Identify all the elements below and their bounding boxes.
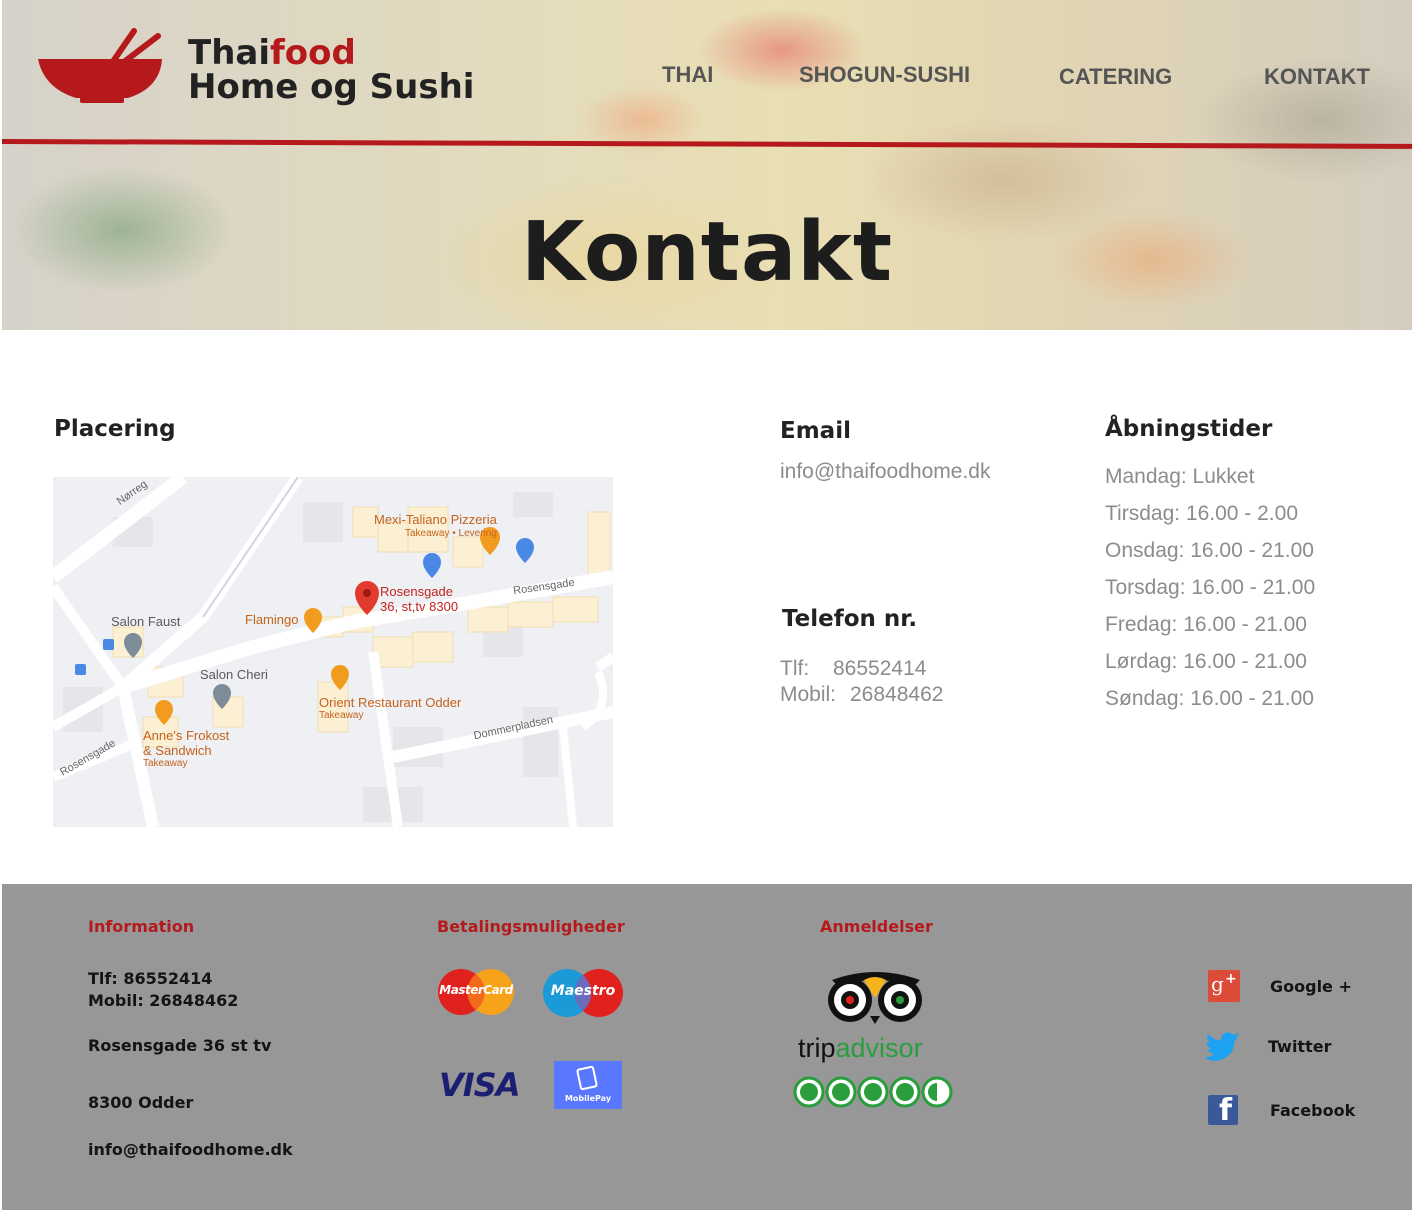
phone-tlf-value[interactable]: 86552414 (833, 657, 926, 681)
footer-reviews-heading: Anmeldelser (820, 917, 933, 936)
tripadvisor-logo[interactable]: tripadvisor (798, 1032, 923, 1064)
social-facebook[interactable]: f Facebook (1208, 1094, 1368, 1126)
phone-mobil-label: Mobil: (780, 683, 837, 706)
footer-tlf[interactable]: Tlf: 86552414 (88, 969, 212, 988)
brand-name-line2: Home og Sushi (188, 67, 475, 107)
bowl-icon (36, 28, 166, 108)
tripadvisor-owl-icon[interactable] (824, 970, 928, 1026)
brand-name: Thaifood Home og Sushi (188, 36, 474, 104)
map-place-sub: Takeaway (319, 710, 364, 721)
nav-thai[interactable]: THAI (662, 62, 713, 88)
social-google-plus[interactable]: g + Google + (1208, 970, 1368, 1002)
mobilepay-icon: MobilePay (554, 1061, 622, 1109)
mobilepay-label: MobilePay (564, 1094, 612, 1103)
twitter-icon (1203, 1028, 1242, 1064)
phone-tlf-label: Tlf: (780, 657, 810, 680)
map-place-sub: Takeaway • Levering (405, 528, 497, 539)
maestro-label: Maestro (550, 983, 616, 999)
phone-heading: Telefon nr. (782, 606, 918, 632)
map-pin-label: 36, st,tv 8300 (380, 599, 459, 614)
page-title: Kontakt (520, 205, 894, 300)
map-place-name[interactable]: Anne's Frokost (143, 728, 229, 743)
brand-logo[interactable]: Thaifood Home og Sushi (36, 28, 474, 108)
visa-logo: VISA (439, 1066, 520, 1104)
email-value[interactable]: info@thaifoodhome.dk (780, 460, 990, 484)
tripadvisor-trip: trip (798, 1033, 836, 1063)
map-place-name[interactable]: Mexi-Taliano Pizzeria (374, 512, 497, 527)
nav-shogun-sushi[interactable]: SHOGUN-SUSHI (799, 62, 970, 88)
facebook-icon: f (1208, 1095, 1238, 1125)
hours-row: Torsdag: 16.00 - 21.00 (1105, 576, 1316, 599)
footer-mobil[interactable]: Mobil: 26848462 (88, 991, 238, 1010)
site-footer: Information Tlf: 86552414 Mobil: 2684846… (2, 884, 1412, 1210)
social-label: Facebook (1270, 1100, 1356, 1120)
social-twitter[interactable]: Twitter (1203, 1028, 1366, 1064)
map-canvas (53, 477, 613, 827)
rating-bubble-fill (896, 1083, 914, 1101)
map-place-name[interactable]: Salon Faust (111, 614, 180, 629)
map-place-name[interactable]: Salon Cheri (200, 667, 268, 682)
phone-mobil-value[interactable]: 26848462 (850, 683, 943, 707)
map-place-name-line2: & Sandwich (143, 743, 212, 758)
mastercard-label: MasterCard (439, 983, 513, 997)
rating-bubble-fill (832, 1083, 850, 1101)
nav-kontakt[interactable]: KONTAKT (1264, 64, 1370, 90)
hours-heading: Åbningstider (1105, 416, 1273, 442)
hero-banner: Thaifood Home og Sushi THAI SHOGUN-SUSHI… (2, 0, 1412, 330)
hours-row: Onsdag: 16.00 - 21.00 (1105, 539, 1314, 562)
social-label: Google + (1270, 976, 1352, 996)
map-place-sub: Takeaway (143, 758, 188, 769)
hours-row: Søndag: 16.00 - 21.00 (1105, 687, 1314, 710)
hours-row: Mandag: Lukket (1105, 465, 1255, 488)
hours-row: Fredag: 16.00 - 21.00 (1105, 613, 1307, 636)
nav-catering[interactable]: CATERING (1059, 64, 1172, 90)
maestro-icon: Maestro (542, 968, 624, 1018)
rating-bubble-fill (864, 1083, 882, 1101)
social-label: Twitter (1268, 1036, 1332, 1056)
tripadvisor-advisor: advisor (835, 1033, 923, 1063)
mastercard-icon: MasterCard (437, 968, 515, 1016)
location-heading: Placering (54, 416, 176, 442)
map-pin-label: Rosensgade (380, 584, 453, 599)
footer-info-heading: Information (88, 917, 195, 936)
footer-city: 8300 Odder (88, 1093, 194, 1112)
hours-row: Lørdag: 16.00 - 21.00 (1105, 650, 1307, 673)
footer-email[interactable]: info@thaifoodhome.dk (88, 1140, 293, 1159)
map-place-name[interactable]: Flamingo (245, 612, 298, 627)
hours-row: Tirsdag: 16.00 - 2.00 (1105, 502, 1298, 525)
google-plus-icon: g + (1208, 970, 1240, 1002)
tripadvisor-rating-icon (792, 1075, 962, 1109)
email-heading: Email (780, 418, 851, 444)
hero-divider (2, 139, 1412, 149)
opening-hours-list: Mandag: Lukket Tirsdag: 16.00 - 2.00 Ons… (1105, 463, 1315, 722)
map-place-name[interactable]: Orient Restaurant Odder (319, 695, 461, 710)
footer-address: Rosensgade 36 st tv (88, 1036, 272, 1055)
location-map[interactable]: Mexi-Taliano Pizzeria Takeaway • Leverin… (53, 477, 613, 827)
rating-bubble-fill (800, 1083, 818, 1101)
footer-payment-heading: Betalingsmuligheder (437, 917, 625, 936)
